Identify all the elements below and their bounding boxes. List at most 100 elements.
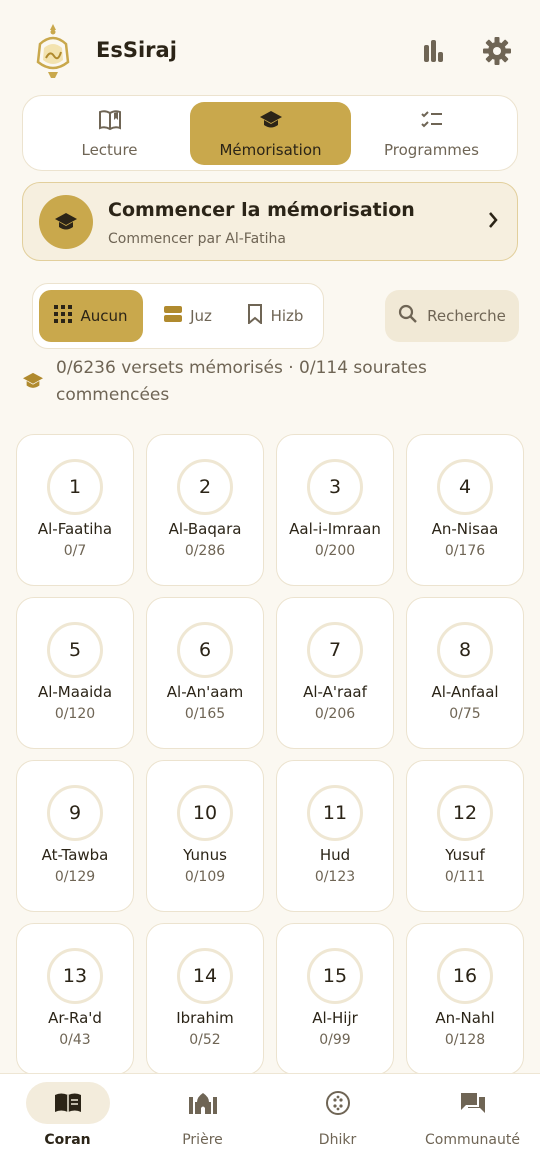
surah-progress: 0/75: [449, 706, 481, 722]
checklist-icon: [420, 109, 444, 135]
chevron-right-icon: [487, 211, 499, 233]
graduation-cap-icon: [259, 109, 283, 135]
surah-progress: 0/43: [59, 1032, 91, 1048]
surah-progress: 0/206: [314, 706, 356, 722]
surah-card[interactable]: 2 Al-Baqara 0/286: [146, 434, 264, 586]
surah-number: 16: [437, 948, 493, 1004]
surah-progress: 0/120: [54, 706, 96, 722]
surah-progress: 0/176: [444, 543, 486, 559]
surah-card[interactable]: 15 Al-Hijr 0/99: [276, 923, 394, 1074]
surah-card[interactable]: 3 Aal-i-Imraan 0/200: [276, 434, 394, 586]
surah-progress: 0/165: [184, 706, 226, 722]
nav-label: Coran: [44, 1132, 91, 1148]
surah-name: Yunus: [183, 846, 227, 864]
filter-aucun[interactable]: Aucun: [39, 290, 143, 342]
chat-bubbles-icon: [431, 1082, 515, 1124]
nav-dhikr[interactable]: Dhikr: [270, 1074, 405, 1158]
surah-progress: 0/286: [184, 543, 226, 559]
tab-label: Mémorisation: [219, 140, 322, 159]
surah-number: 9: [47, 785, 103, 841]
surah-progress: 0/7: [63, 543, 87, 559]
app-title: EsSiraj: [96, 38, 177, 62]
surah-number: 3: [307, 459, 363, 515]
gear-icon[interactable]: [482, 36, 512, 66]
surah-number: 13: [47, 948, 103, 1004]
bookmark-icon: [247, 304, 263, 328]
surah-name: Hud: [319, 846, 351, 864]
surah-number: 7: [307, 622, 363, 678]
search-button[interactable]: Recherche: [385, 290, 519, 342]
surah-number: 2: [177, 459, 233, 515]
surah-card[interactable]: 4 An-Nisaa 0/176: [406, 434, 524, 586]
graduation-cap-icon: [22, 371, 44, 395]
surah-progress: 0/52: [189, 1032, 221, 1048]
bottom-nav: Coran Prière Dhikr Communauté: [0, 1073, 540, 1158]
essiraj-lantern-logo: [30, 22, 76, 80]
surah-name: At-Tawba: [41, 846, 109, 864]
surah-card[interactable]: 5 Al-Maaida 0/120: [16, 597, 134, 749]
surah-number: 11: [307, 785, 363, 841]
surah-number: 8: [437, 622, 493, 678]
surah-card[interactable]: 1 Al-Faatiha 0/7: [16, 434, 134, 586]
surah-card[interactable]: 16 An-Nahl 0/128: [406, 923, 524, 1074]
nav-label: Dhikr: [318, 1132, 357, 1148]
surah-card[interactable]: 9 At-Tawba 0/129: [16, 760, 134, 912]
surah-card[interactable]: 10 Yunus 0/109: [146, 760, 264, 912]
filter-label: Aucun: [80, 307, 128, 325]
surah-number: 10: [177, 785, 233, 841]
filter-juz[interactable]: Juz: [149, 290, 227, 342]
nav-label: Prière: [182, 1132, 223, 1148]
surah-card[interactable]: 8 Al-Anfaal 0/75: [406, 597, 524, 749]
surah-progress: 0/128: [444, 1032, 486, 1048]
filter-label: Hizb: [270, 307, 304, 325]
surah-name: Al-Hijr: [312, 1009, 358, 1027]
surah-name: Al-Maaida: [37, 683, 113, 701]
filter-hizb[interactable]: Hizb: [233, 290, 317, 342]
surah-name: Al-Anfaal: [431, 683, 499, 701]
surah-grid: 1 Al-Faatiha 0/7 2 Al-Baqara 0/286 3 Aal…: [16, 434, 524, 1074]
surah-name: An-Nisaa: [431, 520, 499, 538]
surah-number: 4: [437, 459, 493, 515]
surah-card[interactable]: 14 Ibrahim 0/52: [146, 923, 264, 1074]
filter-label: Juz: [190, 307, 212, 325]
surah-number: 14: [177, 948, 233, 1004]
grid-icon: [54, 305, 73, 327]
search-label: Recherche: [427, 307, 506, 325]
tab-label: Lecture: [81, 140, 138, 159]
nav-priere[interactable]: Prière: [135, 1074, 270, 1158]
tab-lecture[interactable]: Lecture: [29, 102, 190, 165]
nav-communaute[interactable]: Communauté: [405, 1074, 540, 1158]
juz-icon: [164, 305, 183, 327]
surah-card[interactable]: 7 Al-A'raaf 0/206: [276, 597, 394, 749]
tab-memorisation[interactable]: Mémorisation: [190, 102, 351, 165]
start-memorisation-card[interactable]: Commencer la mémorisation Commencer par …: [22, 182, 518, 261]
surah-number: 5: [47, 622, 103, 678]
progress-text: 0/6236 versets mémorisés · 0/114 sourate…: [56, 358, 427, 405]
graduation-cap-icon: [39, 195, 93, 249]
surah-number: 1: [47, 459, 103, 515]
tab-programmes[interactable]: Programmes: [351, 102, 512, 165]
tab-label: Programmes: [384, 140, 479, 159]
prayer-beads-icon: [296, 1082, 380, 1124]
surah-name: Al-An'aam: [166, 683, 244, 701]
surah-card[interactable]: 11 Hud 0/123: [276, 760, 394, 912]
mode-tabs: Lecture Mémorisation Programmes: [22, 95, 518, 171]
search-icon: [398, 304, 418, 328]
nav-coran[interactable]: Coran: [0, 1074, 135, 1158]
surah-progress: 0/123: [314, 869, 356, 885]
surah-progress: 0/109: [184, 869, 226, 885]
surah-card[interactable]: 13 Ar-Ra'd 0/43: [16, 923, 134, 1074]
surah-name: Yusuf: [445, 846, 485, 864]
surah-card[interactable]: 6 Al-An'aam 0/165: [146, 597, 264, 749]
surah-number: 12: [437, 785, 493, 841]
surah-progress: 0/129: [54, 869, 96, 885]
surah-name: Ibrahim: [176, 1009, 234, 1027]
stats-icon[interactable]: [418, 36, 448, 66]
surah-card[interactable]: 12 Yusuf 0/111: [406, 760, 524, 912]
start-card-subtitle: Commencer par Al-Fatiha: [108, 231, 286, 247]
surah-name: Aal-i-Imraan: [289, 520, 381, 538]
surah-name: Ar-Ra'd: [48, 1009, 102, 1027]
surah-progress: 0/200: [314, 543, 356, 559]
quran-book-icon: [25, 1082, 110, 1124]
surah-progress: 0/111: [444, 869, 486, 885]
